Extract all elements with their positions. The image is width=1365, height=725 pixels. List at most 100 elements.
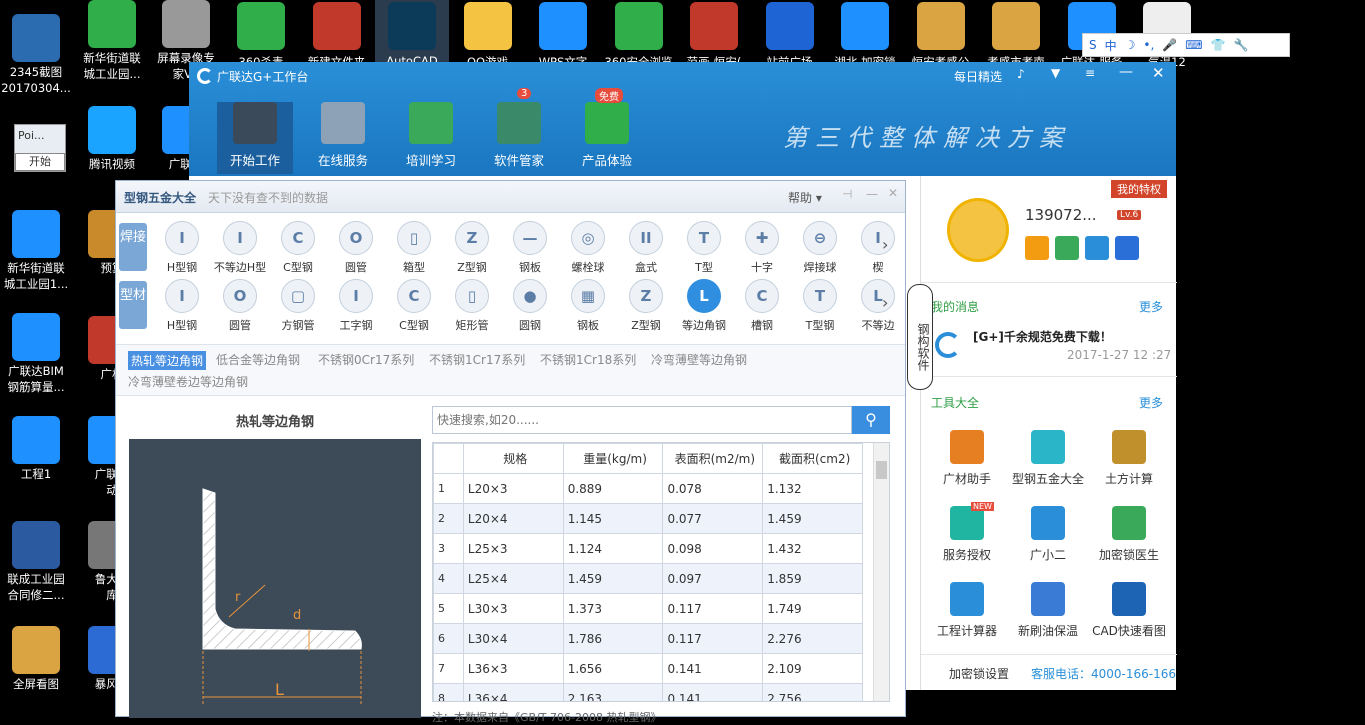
pin-icon[interactable]: ⊣ [842,187,852,201]
shape-type-button[interactable]: I H型钢 [153,279,211,333]
ime-item[interactable]: 🔧 [1234,38,1249,52]
shape-type-button[interactable]: I 不等边H型 [211,221,269,275]
shape-type-button[interactable]: O 圆管 [327,221,385,275]
help-menu[interactable]: 帮助 ▾ [788,189,822,206]
table-row[interactable]: 7 L36×3 1.656 0.141 2.109 [433,653,863,684]
shape-type-button[interactable]: C C型钢 [385,279,443,333]
privilege-badge[interactable]: 我的特权 [1111,180,1167,198]
skin-icon[interactable]: ▼ [1051,66,1060,80]
tool-item[interactable]: 工程计算器 [927,582,1007,639]
tool-item[interactable]: 广材助手 [927,430,1007,487]
desktop-icon[interactable]: AutoCAD [375,0,449,68]
shape-type-button[interactable]: ▯ 箱型 [385,221,443,275]
scroll-right-icon[interactable]: › [882,235,888,254]
tool-item[interactable]: 广小二 [1008,506,1088,563]
desktop-icon[interactable]: 360杀毒 [224,0,298,70]
username[interactable]: 139072... [1025,206,1097,224]
category-profile[interactable]: 型材 [119,281,147,329]
desktop-icon[interactable]: 新华街道联 城工业园... [72,0,152,82]
desktop-icon[interactable]: 2345截图 20170304... [0,14,76,96]
menu-icon[interactable]: ≡ [1085,66,1095,80]
shape-type-button[interactable]: ● 圆钢 [501,279,559,333]
ime-item[interactable]: 👕 [1211,38,1226,52]
shape-type-button[interactable]: L 不等边 [849,279,907,333]
shape-type-button[interactable]: I H型钢 [153,221,211,275]
subtab[interactable]: 热轧等边角钢 [128,351,207,370]
shape-type-button[interactable]: O 圆管 [211,279,269,333]
shape-type-button[interactable]: ◎ 螺栓球 [559,221,617,275]
tool-item[interactable]: 服务授权 NEW [927,502,1007,563]
shape-type-button[interactable]: — 钢板 [501,221,559,275]
search-button[interactable]: ⚲ [852,406,890,434]
ime-item[interactable]: ☽ [1125,38,1136,52]
nav-tab[interactable]: 培训学习 [393,102,469,174]
tool-item[interactable]: 加密锁医生 [1089,506,1169,563]
mascot-steel-software[interactable]: 钢构软件 [907,284,933,390]
nav-tab[interactable]: 软件管家 3 [481,88,557,174]
column-header[interactable]: 截面积(cm2) [762,443,863,474]
tool-item[interactable]: CAD快速看图 [1089,582,1169,639]
ime-item[interactable]: 🎤 [1162,38,1177,52]
desktop-icon[interactable]: WPS文字 [526,0,600,70]
ime-item[interactable]: •, [1143,38,1154,52]
lock-settings-link[interactable]: 加密锁设置 [949,665,1009,682]
shape-type-button[interactable]: Z Z型钢 [617,279,675,333]
shape-type-button[interactable]: T T型钢 [791,279,849,333]
search-input[interactable] [432,406,852,434]
column-header[interactable]: 重量(kg/m) [562,443,664,474]
desktop-icon[interactable]: 湖北 加密锁 [828,0,902,70]
nav-tab[interactable]: 产品体验 免费 [569,88,645,174]
category-welding[interactable]: 焊接 [119,223,147,271]
subtab-coldbent-lipped[interactable]: 冷弯薄壁卷边等边角钢 [128,373,248,390]
shape-type-button[interactable]: ✚ 十字 [733,221,791,275]
messages-more-link[interactable]: 更多 [1139,298,1163,315]
ime-item[interactable]: 中 [1105,37,1117,54]
tool-item[interactable]: 型钢五金大全 [1008,430,1088,487]
shape-type-button[interactable]: II 盒式 [617,221,675,275]
table-scrollbar[interactable] [873,443,889,701]
nav-tab[interactable]: 开始工作 [217,102,293,174]
table-row[interactable]: 8 L36×4 2.163 0.141 2.756 [433,683,863,701]
daily-picks-link[interactable]: 每日精选 [954,68,1002,85]
desktop-icon[interactable]: 工程1 [0,416,76,482]
desktop-icon[interactable]: 全屏看图 [0,626,76,692]
desktop-icon[interactable]: 新建文件夹 [300,0,374,70]
shape-type-button[interactable]: L 等边角钢 [675,279,733,333]
shape-type-button[interactable]: Z Z型钢 [443,221,501,275]
desktop-icon[interactable]: 范画-恒安( [677,0,751,70]
column-header[interactable]: 表面积(m2/m) [662,443,764,474]
desktop-icon[interactable]: 360安全浏览 [602,0,676,70]
start-button[interactable]: 开始 [15,153,65,171]
shape-type-button[interactable]: C 槽钢 [733,279,791,333]
ime-toolbar[interactable]: S 中 ☽ •, 🎤 ⌨ 👕 🔧 [1082,33,1290,57]
avatar[interactable] [947,198,1009,262]
bell-icon[interactable]: ♪ [1017,67,1025,81]
table-row[interactable]: 3 L25×3 1.124 0.098 1.432 [433,533,863,564]
close-icon[interactable]: ✕ [1152,64,1165,82]
shape-type-button[interactable]: ▯ 矩形管 [443,279,501,333]
desktop-icon[interactable]: 联成工业园 合同修二... [0,521,76,603]
minimize-icon[interactable]: — [866,187,878,201]
ime-item[interactable]: ⌨ [1185,38,1202,52]
table-row[interactable]: 2 L20×4 1.145 0.077 1.459 [433,503,863,534]
shape-type-button[interactable]: I 工字钢 [327,279,385,333]
minimize-icon[interactable]: — [1119,64,1133,80]
subtab[interactable]: 不锈钢1Cr18系列 [540,351,636,368]
subtab[interactable]: 冷弯薄壁等边角钢 [651,351,747,368]
table-row[interactable]: 6 L30×4 1.786 0.117 2.276 [433,623,863,654]
tools-more-link[interactable]: 更多 [1139,394,1163,411]
shape-type-button[interactable]: ▢ 方钢管 [269,279,327,333]
scroll-right-icon[interactable]: › [882,293,888,312]
shape-type-button[interactable]: C C型钢 [269,221,327,275]
subtab[interactable]: 低合金等边角钢 [216,351,300,368]
desktop-icon[interactable]: 广联达BIM 钢筋算量... [0,313,76,395]
shape-type-button[interactable]: T T型 [675,221,733,275]
tool-item[interactable]: 土方计算 [1089,430,1169,487]
subtab[interactable]: 不锈钢0Cr17系列 [318,351,414,368]
desktop-icon[interactable]: 新华街道联 城工业园1... [0,210,76,292]
table-row[interactable]: 1 L20×3 0.889 0.078 1.132 [433,473,863,504]
desktop-icon[interactable]: 恒安孝感公 [904,0,978,70]
ime-item[interactable]: S [1089,38,1097,52]
close-icon[interactable]: ✕ [888,186,898,200]
table-row[interactable]: 4 L25×4 1.459 0.097 1.859 [433,563,863,594]
